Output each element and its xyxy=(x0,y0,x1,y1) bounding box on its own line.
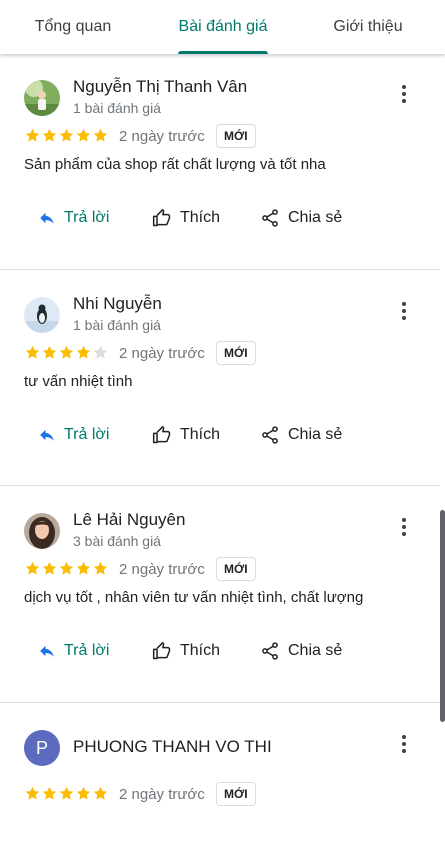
star-filled-icon xyxy=(25,128,40,142)
star-filled-icon xyxy=(42,561,57,575)
reply-icon xyxy=(40,645,54,657)
review-card: Nguyễn Thị Thanh Vân 1 bài đánh giá 2 ng… xyxy=(0,62,440,270)
star-empty-icon xyxy=(93,345,108,359)
reply-icon xyxy=(40,212,54,224)
review-time: 2 ngày trước xyxy=(119,561,205,578)
star-filled-icon xyxy=(59,561,74,575)
reviewer-avatar[interactable]: P xyxy=(24,730,60,766)
avatar-letter: P xyxy=(35,737,48,758)
tab-bar: Tổng quan Bài đánh giá Giới thiệu xyxy=(0,0,445,54)
reviewer-avatar[interactable] xyxy=(24,297,60,333)
share-button[interactable]: Chia sẻ xyxy=(260,639,342,663)
review-card: Nhi Nguyễn 1 bài đánh giá 2 ngày trước M… xyxy=(0,279,440,486)
more-options-icon[interactable] xyxy=(394,517,414,537)
star-rating xyxy=(24,560,109,578)
reviewer-name[interactable]: PHUONG THANH VO THI xyxy=(73,737,272,757)
reviewer-name[interactable]: Nguyễn Thị Thanh Vân xyxy=(73,77,247,97)
star-filled-icon xyxy=(25,561,40,575)
star-filled-icon xyxy=(76,786,91,800)
like-button[interactable]: Thích xyxy=(152,206,220,230)
review-time: 2 ngày trước xyxy=(119,345,205,362)
star-filled-icon xyxy=(59,128,74,142)
review-time: 2 ngày trước xyxy=(119,128,205,145)
reply-button[interactable]: Trả lời xyxy=(38,639,109,663)
reviewer-name[interactable]: Lê Hải Nguyên xyxy=(73,510,185,530)
reviewer-review-count: 1 bài đánh giá xyxy=(73,100,161,116)
review-card: P PHUONG THANH VO THI 2 ngày trước MỚI xyxy=(0,712,440,841)
review-card: Lê Hải Nguyên 3 bài đánh giá 2 ngày trướ… xyxy=(0,495,440,703)
review-text: dịch vụ tốt , nhân viên tư vấn nhiệt tìn… xyxy=(24,589,364,606)
new-badge: MỚI xyxy=(216,124,256,148)
reviewer-review-count: 3 bài đánh giá xyxy=(73,533,161,549)
star-filled-icon xyxy=(93,128,108,142)
tab-about[interactable]: Giới thiệu xyxy=(318,0,418,54)
like-button[interactable]: Thích xyxy=(152,423,220,447)
star-filled-icon xyxy=(59,345,74,359)
star-filled-icon xyxy=(76,128,91,142)
more-options-icon[interactable] xyxy=(394,734,414,754)
new-badge: MỚI xyxy=(216,782,256,806)
reply-icon xyxy=(40,429,54,441)
review-text: tư vấn nhiệt tình xyxy=(24,373,133,390)
like-label: Thích xyxy=(180,426,221,443)
review-text: Sản phẩm của shop rất chất lượng và tốt … xyxy=(24,156,326,173)
share-button[interactable]: Chia sẻ xyxy=(260,206,342,230)
star-filled-icon xyxy=(25,786,40,800)
star-filled-icon xyxy=(93,786,108,800)
more-options-icon[interactable] xyxy=(394,301,414,321)
thumb-up-icon xyxy=(152,642,171,660)
share-label: Chia sẻ xyxy=(288,642,343,659)
star-filled-icon xyxy=(25,345,40,359)
tab-reviews[interactable]: Bài đánh giá xyxy=(168,0,278,54)
star-filled-icon xyxy=(42,786,57,800)
star-filled-icon xyxy=(42,128,57,142)
star-filled-icon xyxy=(76,561,91,575)
share-button[interactable]: Chia sẻ xyxy=(260,423,342,447)
review-time: 2 ngày trước xyxy=(119,786,205,803)
tab-overview[interactable]: Tổng quan xyxy=(18,0,128,54)
share-icon xyxy=(262,426,278,444)
reply-label: Trả lời xyxy=(64,209,110,226)
star-filled-icon xyxy=(93,561,108,575)
active-tab-indicator xyxy=(178,51,268,54)
new-badge: MỚI xyxy=(216,557,256,581)
reviewer-review-count: 1 bài đánh giá xyxy=(73,317,161,333)
new-badge: MỚI xyxy=(216,341,256,365)
share-label: Chia sẻ xyxy=(288,209,343,226)
reviewer-name[interactable]: Nhi Nguyễn xyxy=(73,294,162,314)
reply-button[interactable]: Trả lời xyxy=(38,423,109,447)
share-icon xyxy=(262,209,278,227)
like-label: Thích xyxy=(180,642,221,659)
like-button[interactable]: Thích xyxy=(152,639,220,663)
more-options-icon[interactable] xyxy=(394,84,414,104)
star-filled-icon xyxy=(76,345,91,359)
share-label: Chia sẻ xyxy=(288,426,343,443)
reviewer-avatar[interactable] xyxy=(24,80,60,116)
star-rating xyxy=(24,344,109,362)
reply-label: Trả lời xyxy=(64,642,110,659)
reply-button[interactable]: Trả lời xyxy=(38,206,109,230)
thumb-up-icon xyxy=(152,209,171,227)
thumb-up-icon xyxy=(152,426,171,444)
star-filled-icon xyxy=(42,345,57,359)
scrollbar[interactable] xyxy=(440,510,445,722)
share-icon xyxy=(262,642,278,660)
star-rating xyxy=(24,785,109,803)
reviewer-avatar[interactable] xyxy=(24,513,60,549)
star-rating xyxy=(24,127,109,145)
star-filled-icon xyxy=(59,786,74,800)
reply-label: Trả lời xyxy=(64,426,110,443)
like-label: Thích xyxy=(180,209,221,226)
